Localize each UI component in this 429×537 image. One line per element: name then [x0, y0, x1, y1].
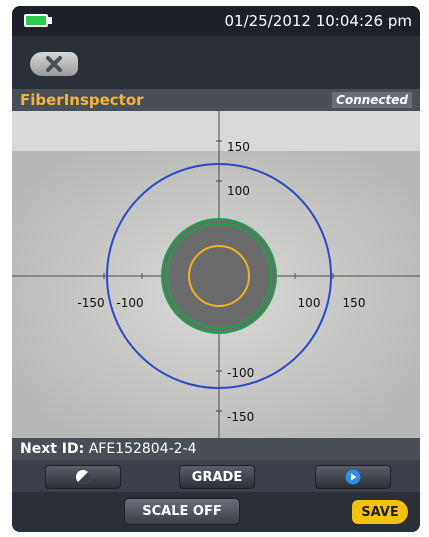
x-tick-label: -100: [116, 296, 143, 310]
app-title: FiberInspector: [20, 91, 144, 109]
next-id-bar: Next ID: AFE152804-2-4: [12, 438, 420, 460]
y-tick-label: 150: [227, 140, 250, 154]
close-button[interactable]: [30, 52, 78, 76]
title-bar: FiberInspector Connected: [12, 89, 420, 111]
fiber-inspector-screen: 01/25/2012 10:04:26 pm FiberInspector Co…: [12, 6, 420, 532]
nav-bar: [12, 36, 420, 89]
y-tick-label: -100: [227, 366, 254, 380]
save-button[interactable]: SAVE: [352, 500, 408, 524]
contrast-button[interactable]: [45, 465, 121, 489]
battery-tip: [48, 17, 52, 24]
inspection-overlay: -150 -100 100 150 150 100 -100 -150: [12, 111, 420, 438]
datetime: 01/25/2012 10:04:26 pm: [224, 12, 413, 30]
play-button[interactable]: [315, 465, 391, 489]
x-tick-label: -150: [77, 296, 104, 310]
connection-status: Connected: [332, 92, 412, 108]
x-tick-label: 150: [343, 296, 366, 310]
status-bar: 01/25/2012 10:04:26 pm: [12, 6, 420, 36]
y-tick-label: 100: [227, 184, 250, 198]
half-circle-icon: [76, 470, 91, 485]
softkey-row: GRADE: [12, 460, 420, 492]
scale-off-button[interactable]: SCALE OFF: [124, 498, 240, 525]
x-tick-label: 100: [298, 296, 321, 310]
play-icon: [345, 469, 361, 485]
y-tick-label: -150: [227, 410, 254, 424]
bottom-bar: SCALE OFF SAVE: [12, 492, 420, 532]
fiber-image-view[interactable]: -150 -100 100 150 150 100 -100 -150: [12, 111, 420, 438]
next-id-label: Next ID:: [20, 441, 85, 457]
next-id-value: AFE152804-2-4: [88, 441, 197, 457]
grade-button[interactable]: GRADE: [179, 465, 255, 489]
close-x-icon: [46, 56, 62, 72]
battery-icon: [24, 14, 48, 27]
next-id: Next ID: AFE152804-2-4: [20, 441, 197, 457]
